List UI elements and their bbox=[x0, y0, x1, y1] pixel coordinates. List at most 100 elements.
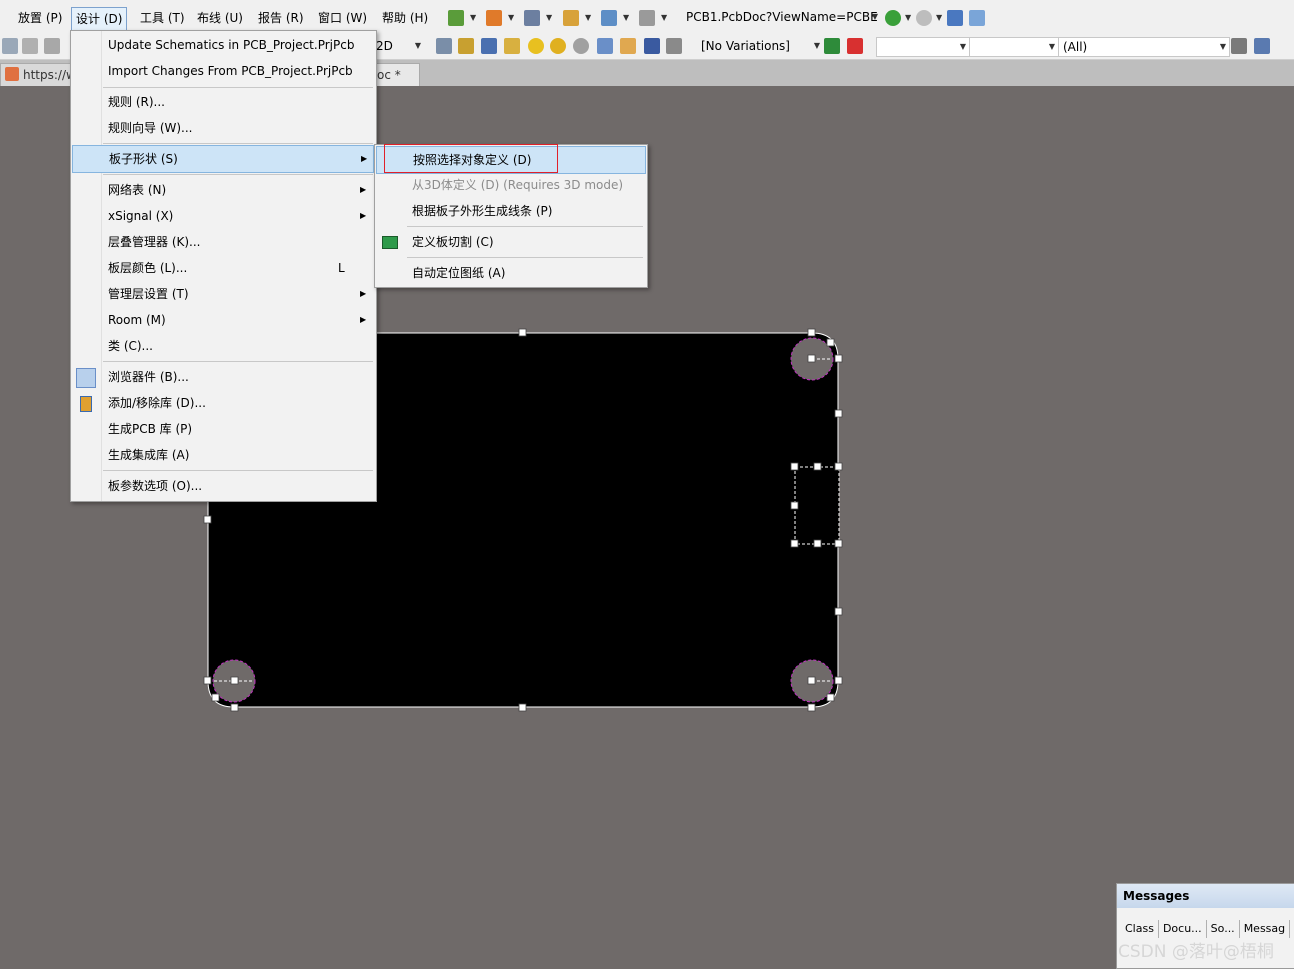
menu-separator bbox=[103, 87, 373, 88]
chevron-down-icon[interactable]: ▼ bbox=[546, 13, 552, 22]
tab-pcb-doc[interactable]: oc * bbox=[370, 63, 420, 86]
submenu-item-define-from-3d: 从3D体定义 (D) (Requires 3D mode) bbox=[376, 172, 646, 198]
menu-item-update-schematics[interactable]: Update Schematics in PCB_Project.PrjPcb bbox=[72, 32, 374, 58]
submenu-arrow-icon: ▶ bbox=[360, 289, 367, 298]
submenu-item-label: 从3D体定义 (D) (Requires 3D mode) bbox=[412, 178, 624, 192]
chevron-down-icon[interactable]: ▼ bbox=[661, 13, 667, 22]
menu-item-netlist[interactable]: 网络表 (N) ▶ bbox=[72, 177, 374, 203]
menu-tools[interactable]: 工具 (T) bbox=[140, 9, 185, 27]
pen-icon[interactable] bbox=[504, 38, 520, 54]
submenu-item-create-primitives[interactable]: 根据板子外形生成线条 (P) bbox=[376, 198, 646, 224]
menu-reports[interactable]: 报告 (R) bbox=[258, 9, 304, 27]
menu-item-label: Room (M) bbox=[108, 313, 166, 327]
back-icon[interactable] bbox=[885, 10, 901, 26]
chevron-down-icon[interactable]: ▼ bbox=[623, 13, 629, 22]
menu-item-board-layer-colors[interactable]: 板层颜色 (L)... L bbox=[72, 255, 374, 281]
menu-item-board-options[interactable]: 板参数选项 (O)... bbox=[72, 473, 374, 499]
menu-item-label: 生成集成库 (A) bbox=[108, 448, 190, 462]
submenu-arrow-icon: ▶ bbox=[360, 315, 367, 324]
home-icon[interactable] bbox=[947, 10, 963, 26]
view-path-field[interactable]: PCB1.PcbDoc?ViewName=PCBE ▼ bbox=[682, 8, 881, 26]
mounting-hole-bottom-left bbox=[212, 659, 256, 703]
menu-separator bbox=[407, 226, 643, 227]
menu-item-make-pcb-library[interactable]: 生成PCB 库 (P) bbox=[72, 416, 374, 442]
board-insight-icon[interactable] bbox=[824, 38, 840, 54]
menu-separator bbox=[103, 174, 373, 175]
menu-item-label: 规则向导 (W)... bbox=[108, 121, 193, 135]
clear-icon[interactable] bbox=[847, 38, 863, 54]
component-icon[interactable] bbox=[666, 38, 682, 54]
menu-window[interactable]: 窗口 (W) bbox=[318, 9, 367, 27]
paste-icon[interactable] bbox=[22, 38, 38, 54]
grid-icon[interactable] bbox=[639, 10, 655, 26]
menu-item-make-integrated-library[interactable]: 生成集成库 (A) bbox=[72, 442, 374, 468]
messages-columns: Class Docu... So... Messag bbox=[1121, 920, 1291, 938]
menu-item-import-changes[interactable]: Import Changes From PCB_Project.PrjPcb bbox=[72, 58, 374, 84]
column-header-document[interactable]: Docu... bbox=[1159, 920, 1207, 938]
variations-select[interactable]: [No Variations] ▼ bbox=[697, 37, 823, 55]
mounting-hole-bottom-right bbox=[790, 659, 834, 703]
menu-item-label: Import Changes From PCB_Project.PrjPcb bbox=[108, 64, 353, 78]
menu-item-manage-layer-sets[interactable]: 管理层设置 (T) ▶ bbox=[72, 281, 374, 307]
chevron-down-icon[interactable]: ▼ bbox=[508, 13, 514, 22]
mounting-hole-top-right bbox=[790, 337, 834, 381]
fill-icon[interactable] bbox=[597, 38, 613, 54]
chevron-down-icon[interactable]: ▼ bbox=[470, 13, 476, 22]
text-icon[interactable] bbox=[644, 38, 660, 54]
via-icon[interactable] bbox=[528, 38, 544, 54]
chevron-down-icon[interactable]: ▼ bbox=[585, 13, 591, 22]
watermark-text: CSDN @落叶@梧桐 bbox=[1118, 942, 1274, 962]
copy-icon[interactable] bbox=[2, 38, 18, 54]
highlight-annotation-box bbox=[384, 144, 558, 173]
menu-item-classes[interactable]: 类 (C)... bbox=[72, 333, 374, 359]
room-icon[interactable] bbox=[601, 10, 617, 26]
menu-separator bbox=[103, 470, 373, 471]
menu-item-room[interactable]: Room (M) ▶ bbox=[72, 307, 374, 333]
dimension-icon[interactable] bbox=[563, 10, 579, 26]
submenu-item-define-board-cutout[interactable]: 定义板切割 (C) bbox=[376, 229, 646, 255]
pad-icon[interactable] bbox=[550, 38, 566, 54]
menu-item-browse-components[interactable]: 浏览器件 (B)... bbox=[72, 364, 374, 390]
menu-item-rules[interactable]: 规则 (R)... bbox=[72, 89, 374, 115]
menu-item-xsignal[interactable]: xSignal (X) ▶ bbox=[72, 203, 374, 229]
menu-item-add-remove-library[interactable]: 添加/移除库 (D)... bbox=[72, 390, 374, 416]
menu-separator bbox=[103, 143, 373, 144]
select-icon[interactable] bbox=[524, 10, 540, 26]
menu-item-rules-wizard[interactable]: 规则向导 (W)... bbox=[72, 115, 374, 141]
menu-place[interactable]: 放置 (P) bbox=[18, 9, 62, 27]
submenu-item-auto-position-sheet[interactable]: 自动定位图纸 (A) bbox=[376, 260, 646, 286]
column-header-message[interactable]: Messag bbox=[1240, 920, 1291, 938]
track-icon[interactable] bbox=[458, 38, 474, 54]
hatch-icon[interactable] bbox=[436, 38, 452, 54]
submenu-arrow-icon: ▶ bbox=[360, 211, 367, 220]
clipboard-icon[interactable] bbox=[44, 38, 60, 54]
menu-item-layer-stack-manager[interactable]: 层叠管理器 (K)... bbox=[72, 229, 374, 255]
chevron-down-icon: ▼ bbox=[813, 41, 820, 50]
menu-item-board-shape[interactable]: 板子形状 (S) ▶ bbox=[72, 145, 374, 173]
submenu-arrow-icon: ▶ bbox=[361, 154, 368, 163]
menu-design[interactable]: 设计 (D) bbox=[71, 7, 128, 31]
interactive-route-icon[interactable] bbox=[448, 10, 464, 26]
browse-components-icon bbox=[76, 368, 96, 388]
chevron-down-icon[interactable]: ▼ bbox=[905, 13, 911, 22]
forward-icon[interactable] bbox=[916, 10, 932, 26]
clear-filter-icon[interactable] bbox=[1254, 38, 1270, 54]
filter-component-select[interactable]: ▼ bbox=[969, 37, 1059, 57]
view-mode-select[interactable]: 2D ▼ bbox=[372, 37, 424, 55]
branch-icon[interactable] bbox=[481, 38, 497, 54]
menu-item-label: 板子形状 (S) bbox=[109, 152, 178, 166]
menu-help[interactable]: 帮助 (H) bbox=[382, 9, 428, 27]
menu-route[interactable]: 布线 (U) bbox=[197, 9, 243, 27]
chevron-down-icon[interactable]: ▼ bbox=[936, 13, 942, 22]
chevron-down-icon: ▼ bbox=[871, 12, 878, 21]
submenu-item-label: 定义板切割 (C) bbox=[412, 235, 494, 249]
column-header-class[interactable]: Class bbox=[1121, 920, 1159, 938]
refresh-icon[interactable] bbox=[969, 10, 985, 26]
polygon-icon[interactable] bbox=[620, 38, 636, 54]
filter-net-select[interactable]: ▼ bbox=[876, 37, 970, 57]
arc-icon[interactable] bbox=[573, 38, 589, 54]
align-icon[interactable] bbox=[486, 10, 502, 26]
filter-all-select[interactable]: (All) ▼ bbox=[1058, 37, 1230, 57]
zoom-filter-icon[interactable] bbox=[1231, 38, 1247, 54]
column-header-source[interactable]: So... bbox=[1207, 920, 1240, 938]
